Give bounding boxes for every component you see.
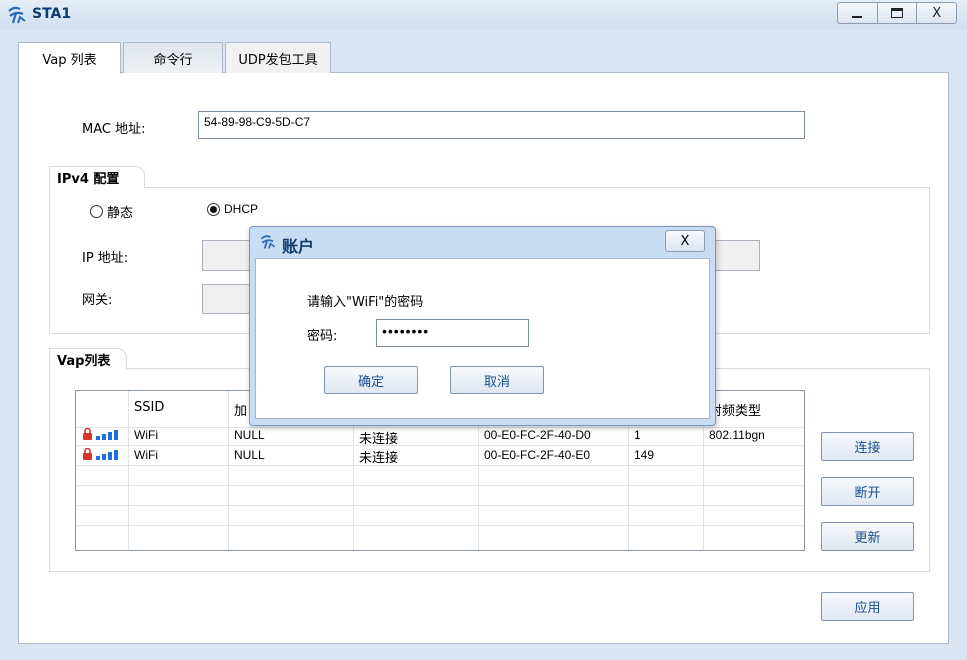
cancel-button[interactable]: 取消 xyxy=(450,366,544,394)
row2-encryption: NULL xyxy=(234,448,265,462)
close-button[interactable]: X xyxy=(917,3,956,23)
title-bar xyxy=(0,0,967,30)
column-header-radio-type: 射频类型 xyxy=(709,404,762,419)
minimize-button[interactable] xyxy=(838,3,878,23)
minimize-icon xyxy=(852,16,863,18)
mac-label: MAC 地址: xyxy=(82,122,146,137)
mac-address-field[interactable]: 54-89-98-C9-5D-C7 xyxy=(198,111,805,139)
row2-channel: 149 xyxy=(634,448,655,462)
app-logo-icon xyxy=(8,6,26,24)
dialog-close-button[interactable]: X xyxy=(665,230,705,252)
row1-encryption: NULL xyxy=(234,428,265,442)
row1-ssid: WiFi xyxy=(134,428,158,442)
ip-address-label: IP 地址: xyxy=(82,251,129,266)
connect-button[interactable]: 连接 xyxy=(821,432,914,461)
row2-mac: 00-E0-FC-2F-40-E0 xyxy=(484,448,591,462)
dialog-logo-icon xyxy=(260,235,276,249)
maximize-icon xyxy=(891,8,903,18)
window-title: STA1 xyxy=(32,6,72,22)
column-header-encryption: 加 xyxy=(234,404,248,419)
tab-udp-tool[interactable]: UDP发包工具 xyxy=(225,42,331,73)
dhcp-radio[interactable] xyxy=(207,202,220,216)
gateway-label: 网关: xyxy=(82,293,113,308)
ipv4-group-title: IPv4 配置 xyxy=(49,166,145,188)
apply-button[interactable]: 应用 xyxy=(821,592,914,621)
tab-vap-list[interactable]: Vap 列表 xyxy=(18,42,121,74)
dialog-title: 账户 xyxy=(282,237,315,256)
window-controls: X xyxy=(837,2,957,24)
row2-ssid: WiFi xyxy=(134,448,158,462)
row1-mac: 00-E0-FC-2F-40-D0 xyxy=(484,428,591,442)
static-label: 静态 xyxy=(107,206,134,221)
row1-radio: 802.11bgn xyxy=(709,428,765,442)
dhcp-option[interactable]: DHCP xyxy=(207,202,258,216)
column-header-ssid: SSID xyxy=(134,400,165,415)
maximize-button[interactable] xyxy=(878,3,918,23)
password-prompt: 请输入"WiFi"的密码 xyxy=(307,295,424,310)
row1-status: 未连接 xyxy=(359,432,399,447)
row2-status: 未连接 xyxy=(359,451,399,466)
tab-command-line[interactable]: 命令行 xyxy=(123,42,223,73)
refresh-button[interactable]: 更新 xyxy=(821,522,914,551)
static-radio[interactable] xyxy=(90,205,103,218)
password-label: 密码: xyxy=(307,329,338,344)
row1-channel: 1 xyxy=(634,428,641,442)
disconnect-button[interactable]: 断开 xyxy=(821,477,914,506)
secure-wifi-icon xyxy=(82,428,123,440)
static-option[interactable]: 静态 xyxy=(90,202,133,221)
dhcp-label: DHCP xyxy=(224,202,259,216)
ok-button[interactable]: 确定 xyxy=(324,366,418,394)
secure-wifi-icon xyxy=(82,448,123,460)
vap-group-title: Vap列表 xyxy=(49,348,127,370)
password-field[interactable]: •••••••• xyxy=(376,319,529,347)
